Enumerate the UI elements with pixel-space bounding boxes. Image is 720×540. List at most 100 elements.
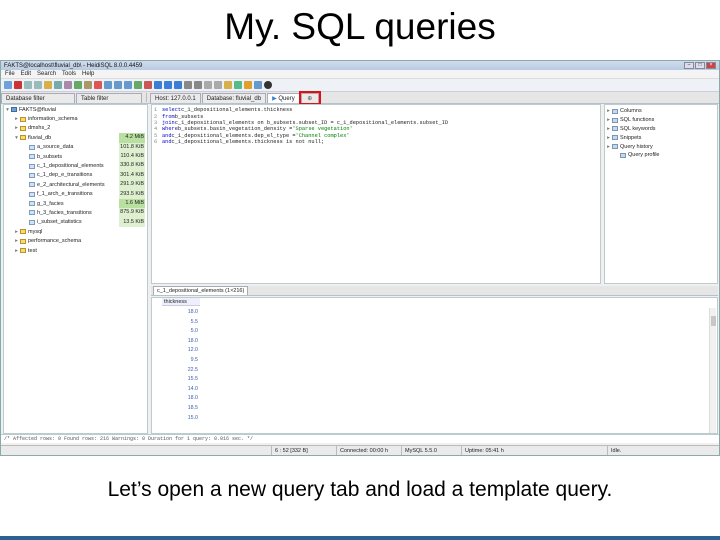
result-cell[interactable]: 18.5 xyxy=(162,404,200,412)
tree-item[interactable]: i_subset_statistics 13.5 KiB xyxy=(4,217,147,228)
menu-tools[interactable]: Tools xyxy=(62,71,76,77)
stop-icon[interactable] xyxy=(264,81,272,89)
tree-item-label: a_source_data xyxy=(37,144,74,151)
import-icon[interactable] xyxy=(74,81,82,89)
save-icon[interactable] xyxy=(194,81,202,89)
tree-expander-icon[interactable]: ▾ xyxy=(13,135,20,141)
export-icon[interactable] xyxy=(84,81,92,89)
copy-icon[interactable] xyxy=(24,81,32,89)
result-tab[interactable]: c_1_depositional_elements (1×216) xyxy=(153,286,249,295)
connect-icon[interactable] xyxy=(4,81,12,89)
window-titlebar: FAKTS@localhost\fluvial_db\ - HeidiSQL 8… xyxy=(1,61,719,70)
helper-item[interactable]: ▸ Query history xyxy=(605,142,717,151)
menu-help[interactable]: Help xyxy=(82,71,94,77)
tab-query[interactable]: ▶ Query xyxy=(267,93,300,103)
database-tree[interactable]: ▾ FAKTS@fluvial ▸ information_schema ▸ dmshs_… xyxy=(3,104,148,434)
helper-expander-icon[interactable]: ▸ xyxy=(605,126,612,132)
tree-item-size: 1.6 MiB xyxy=(119,198,145,209)
tree-item-size: 330.8 KiB xyxy=(119,161,145,171)
first-icon[interactable] xyxy=(104,81,112,89)
result-cell[interactable]: 15.5 xyxy=(162,375,200,383)
tree-expander-icon[interactable]: ▸ xyxy=(13,229,20,235)
tree-item[interactable]: ▸ information_schema xyxy=(4,114,147,123)
result-cell[interactable]: 18.0 xyxy=(162,337,200,345)
help-icon[interactable] xyxy=(244,81,252,89)
find-icon[interactable] xyxy=(204,81,212,89)
result-cell[interactable]: 12.0 xyxy=(162,346,200,354)
result-scrollbar[interactable] xyxy=(709,308,716,433)
close-button[interactable]: × xyxy=(706,62,716,69)
sql-keyword: and xyxy=(162,132,172,139)
run-query-icon[interactable] xyxy=(154,81,162,89)
new-icon[interactable] xyxy=(44,81,52,89)
disconnect-icon[interactable] xyxy=(14,81,22,89)
run-selection-icon[interactable] xyxy=(164,81,172,89)
users-icon[interactable] xyxy=(64,81,72,89)
next-icon[interactable] xyxy=(124,81,132,89)
new-query-tab-button[interactable]: ⊕ xyxy=(298,91,321,105)
result-cell[interactable]: 14.0 xyxy=(162,385,200,393)
result-grid[interactable]: thickness 18.0 5.5 5.0 18.0 12.0 9.5 22.5 15.5 1… xyxy=(151,297,718,434)
tree-item[interactable]: ▸ mysql xyxy=(4,227,147,236)
helper-expander-icon[interactable]: ▸ xyxy=(605,108,612,114)
open-file-icon[interactable] xyxy=(184,81,192,89)
result-cell[interactable]: 5.0 xyxy=(162,327,200,335)
tree-item-label: performance_schema xyxy=(28,238,82,245)
tree-item[interactable]: b_subsets 110.4 KiB xyxy=(4,151,147,162)
result-cell[interactable]: 18.0 xyxy=(162,308,200,316)
tree-expander-icon[interactable]: ▸ xyxy=(13,116,20,122)
tree-item[interactable]: ▸ performance_schema xyxy=(4,236,147,245)
refresh-icon[interactable] xyxy=(54,81,62,89)
tab-host[interactable]: Host: 127.0.0.1 xyxy=(150,93,201,103)
post-icon[interactable] xyxy=(134,81,142,89)
paste-icon[interactable] xyxy=(34,81,42,89)
tree-item[interactable]: h_3_facies_transitions 875.9 KiB xyxy=(4,208,147,218)
helper-item[interactable]: ▸ Columns xyxy=(605,107,717,116)
menu-search[interactable]: Search xyxy=(37,71,56,77)
tree-item[interactable]: ▸ test xyxy=(4,246,147,255)
table-filter-tab[interactable]: Table filter xyxy=(76,93,142,103)
tree-item[interactable]: a_source_data 101.8 KiB xyxy=(4,142,147,152)
database-filter-tab[interactable]: Database filter xyxy=(1,93,75,103)
tree-item[interactable]: ▾ fluvial_db 4.2 MiB xyxy=(4,133,147,143)
replace-icon[interactable] xyxy=(214,81,222,89)
tree-expander-icon[interactable]: ▸ xyxy=(13,248,20,254)
tree-item[interactable]: c_1_dep_e_transitions 301.4 KiB xyxy=(4,170,147,181)
load-sql-icon[interactable] xyxy=(224,81,232,89)
tree-item[interactable]: ▾ FAKTS@fluvial xyxy=(4,105,147,114)
tree-item[interactable]: f_1_arch_e_transitions 293.5 KiB xyxy=(4,189,147,199)
helper-item[interactable]: ▸ Snippets xyxy=(605,133,717,142)
tree-item[interactable]: ▸ dmshs_2 xyxy=(4,124,147,133)
sql-editor[interactable]: 1 select c_1_depositional_elements.thickn… xyxy=(151,104,601,284)
menu-edit[interactable]: Edit xyxy=(21,71,31,77)
tree-expander-icon[interactable]: ▸ xyxy=(13,125,20,131)
helper-expander-icon[interactable]: ▸ xyxy=(605,135,612,141)
maximize-button[interactable]: □ xyxy=(695,62,705,69)
scrollbar-thumb[interactable] xyxy=(711,316,716,326)
result-cell[interactable]: 5.5 xyxy=(162,318,200,326)
tree-item[interactable]: g_3_facies 1.6 MiB xyxy=(4,198,147,209)
result-cell[interactable]: 15.0 xyxy=(162,414,200,422)
result-cell[interactable]: 22.5 xyxy=(162,366,200,374)
delete-icon[interactable] xyxy=(94,81,102,89)
run-line-icon[interactable] xyxy=(174,81,182,89)
helper-item[interactable]: ▸ SQL functions xyxy=(605,116,717,125)
settings-icon[interactable] xyxy=(254,81,262,89)
helper-expander-icon[interactable]: ▸ xyxy=(605,117,612,123)
tree-expander-icon[interactable]: ▸ xyxy=(13,238,20,244)
tree-expander-icon[interactable]: ▾ xyxy=(4,107,11,113)
prev-icon[interactable] xyxy=(114,81,122,89)
minimize-button[interactable]: – xyxy=(684,62,694,69)
format-icon[interactable] xyxy=(234,81,242,89)
helper-item[interactable]: ▸ SQL keywords xyxy=(605,125,717,134)
cancel-icon[interactable] xyxy=(144,81,152,89)
tab-database[interactable]: Database: fluvial_db xyxy=(201,93,267,103)
tree-item[interactable]: e_2_architectural_elements 291.9 KiB xyxy=(4,180,147,190)
result-cell[interactable]: 9.5 xyxy=(162,356,200,364)
helper-item[interactable]: Query profile xyxy=(605,151,717,160)
tree-item[interactable]: c_1_depositional_elements 330.8 KiB xyxy=(4,161,147,171)
helper-expander-icon[interactable]: ▸ xyxy=(605,144,612,150)
column-header-thickness[interactable]: thickness xyxy=(162,298,200,306)
result-cell[interactable]: 18.0 xyxy=(162,394,200,402)
menu-file[interactable]: File xyxy=(5,71,15,77)
